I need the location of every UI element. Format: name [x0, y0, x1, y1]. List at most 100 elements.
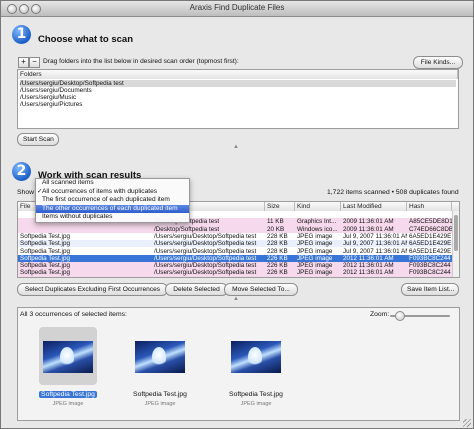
show-label: Show — [17, 189, 35, 196]
folder-instructions: Drag folders into the list below in desi… — [43, 58, 239, 65]
checkmark-icon: ✓ — [37, 187, 43, 195]
table-cell-size: 228 KB — [267, 240, 288, 248]
table-cell-modified: 2009 11:36:01 AM — [343, 218, 394, 226]
folder-row[interactable]: /Users/sergiu/Pictures — [20, 101, 83, 108]
table-row[interactable]: Softpedia Test.jpg/Users/sergiu/Desktop/… — [18, 254, 452, 263]
file-kinds-button[interactable]: File Kinds... — [413, 56, 463, 69]
table-row[interactable]: Softpedia Test.jpg/Users/sergiu/Desktop/… — [18, 269, 452, 277]
table-cell-modified: 2012 11:36:01 AM — [343, 269, 394, 277]
table-row[interactable]: /Desktop/Softpedia test 20 KB Windows ico.… — [18, 225, 452, 233]
table-cell-kind: JPEG image — [297, 254, 333, 262]
delete-selected-button[interactable]: Delete Selected — [165, 283, 228, 296]
table-cell-hash: F093BC8C244 — [409, 254, 451, 262]
table-cell-modified: Jul 9, 2007 11:36:01 AM — [343, 232, 407, 240]
table-cell-name: Softpedia Test.jpg — [20, 247, 70, 255]
table-cell-size — [265, 211, 295, 218]
table-cell-size: 228 KB — [267, 232, 288, 240]
table-cell-hash: F093BC8C244 — [409, 269, 451, 277]
app-window: Araxis Find Duplicate Files 1 Choose wha… — [0, 0, 474, 429]
start-scan-button[interactable]: Start Scan — [17, 133, 59, 146]
table-cell-name: Softpedia Test.jpg — [20, 240, 70, 248]
table-cell-kind: JPEG image — [297, 269, 333, 277]
menu-item-other-occurrences[interactable]: The other occurrences of each duplicated… — [36, 204, 189, 213]
table-cell-kind: JPEG image — [297, 232, 333, 240]
thumbnail-image — [43, 341, 93, 373]
table-cell-kind: JPEG image — [297, 262, 333, 270]
scrollbar-thumb[interactable] — [454, 215, 458, 251]
table-cell-hash: F093BC8C244 — [409, 262, 451, 270]
zoom-slider-knob[interactable] — [395, 311, 405, 321]
column-header-corner — [452, 202, 459, 211]
preview-thumbnail-selected[interactable] — [39, 327, 97, 385]
table-cell-modified: 2012 11:36:01 AM — [343, 254, 394, 262]
table-row[interactable]: Softpedia Test.jpg/Users/sergiu/Desktop/… — [18, 247, 452, 255]
show-filter-menu[interactable]: All scanned items ✓ All occurrences of it… — [35, 178, 190, 223]
preview-header: All 3 occurrences of selected items: — [20, 311, 127, 318]
table-cell-kind: Graphics Int... — [297, 218, 337, 226]
table-cell-modified: 2012 11:36:01 AM — [343, 262, 394, 270]
save-item-list-button[interactable]: Save Item List... — [401, 283, 459, 296]
table-cell-path: /Users/sergiu/Desktop/Softpedia test — [154, 262, 257, 270]
column-header-kind[interactable]: Kind — [295, 202, 341, 211]
table-cell-hash: A85CE5DE8D1 — [409, 218, 452, 226]
folders-column-header[interactable]: Folders — [18, 70, 458, 79]
table-cell-size: 226 KB — [267, 269, 288, 277]
add-folder-button[interactable]: + — [18, 57, 29, 68]
menu-item-all-occurrences[interactable]: ✓ All occurrences of items with duplicate… — [36, 188, 189, 197]
resize-grip-icon[interactable] — [463, 419, 471, 427]
folder-row[interactable]: /Users/sergiu/Documents — [20, 87, 92, 94]
thumbnail-caption[interactable]: Softpedia Test.jpg — [216, 391, 296, 398]
step-one-heading: Choose what to scan — [38, 34, 134, 45]
move-selected-button[interactable]: Move Selected To... — [224, 283, 298, 296]
table-row[interactable]: Softpedia Test.jpg/Users/sergiu/Desktop/… — [18, 240, 452, 248]
table-cell-modified: Jul 9, 2007 11:36:01 AM — [343, 247, 407, 255]
table-cell-name: Softpedia Test.jpg — [20, 269, 70, 277]
table-cell-size: 20 KB — [267, 225, 285, 233]
menu-item-all-scanned[interactable]: All scanned items — [36, 179, 189, 188]
thumbnail-image — [135, 341, 185, 373]
column-header-last-modified[interactable]: Last Modified — [341, 202, 407, 211]
table-cell-modified: Jul 9, 2007 11:36:01 AM — [343, 240, 407, 248]
thumbnail-kind: JPEG image — [240, 401, 272, 407]
preview-panel: All 3 occurrences of selected items: Zoo… — [17, 307, 460, 421]
table-cell-path: /Users/sergiu/Desktop/Softpedia test — [154, 240, 257, 248]
menu-item-first-occurrence[interactable]: The first occurrence of each duplicated … — [36, 196, 189, 205]
thumbnail-caption[interactable]: Softpedia Test.jpg — [120, 391, 200, 398]
table-row[interactable]: Softpedia Test.jpg/Users/sergiu/Desktop/… — [18, 232, 452, 241]
zoom-label: Zoom: — [370, 311, 390, 318]
remove-folder-button[interactable]: − — [29, 57, 40, 68]
table-cell-size: 226 KB — [267, 254, 288, 262]
results-scrollbar[interactable] — [452, 211, 459, 277]
folder-row[interactable]: /Users/sergiu/Music — [20, 94, 76, 101]
table-row[interactable]: Softpedia Test.jpg/Users/sergiu/Desktop/… — [18, 262, 452, 270]
table-cell-hash: 6A5ED1E429E — [409, 240, 452, 248]
preview-thumbnail[interactable] — [227, 327, 285, 385]
table-cell-path: /Users/sergiu/Desktop/Softpedia test — [154, 254, 257, 262]
split-handle-icon[interactable]: ▲ — [233, 144, 239, 150]
table-cell-kind: Windows ico... — [297, 225, 338, 233]
column-header-size[interactable]: Size — [265, 202, 295, 211]
thumbnail-caption-selected[interactable]: Softpedia Test.jpg — [28, 391, 108, 398]
split-handle-icon[interactable]: ▲ — [233, 296, 239, 302]
select-duplicates-button[interactable]: Select Duplicates Excluding First Occurr… — [17, 283, 168, 296]
folder-row[interactable]: /Users/sergiu/Desktop/Softpedia test — [20, 80, 456, 87]
thumbnail-kind: JPEG image — [52, 401, 84, 407]
table-cell-size: 226 KB — [267, 262, 288, 270]
menu-item-without-duplicates[interactable]: Items without duplicates — [36, 213, 189, 222]
title-bar[interactable]: Araxis Find Duplicate Files — [1, 1, 473, 17]
table-cell-name: Softpedia Test.jpg — [20, 232, 70, 240]
column-header-hash[interactable]: Hash — [407, 202, 452, 211]
table-cell-hash: 6A5ED1E429E — [409, 232, 452, 240]
folders-list[interactable]: Folders /Users/sergiu/Desktop/Softpedia … — [17, 69, 459, 129]
table-cell-hash: 6A5ED1E429E — [409, 247, 452, 255]
window-title: Araxis Find Duplicate Files — [189, 3, 285, 12]
table-cell-kind: JPEG image — [297, 247, 333, 255]
table-cell-path: /Users/sergiu/Desktop/Softpedia test — [154, 269, 257, 277]
thumbnail-kind: JPEG image — [144, 401, 176, 407]
scan-status: 1,722 items scanned • 508 duplicates fou… — [327, 189, 459, 196]
table-cell-kind — [295, 211, 341, 218]
thumbnail-image — [231, 341, 281, 373]
preview-thumbnail[interactable] — [131, 327, 189, 385]
table-cell-modified — [341, 211, 407, 218]
step-one-badge: 1 — [12, 25, 31, 44]
